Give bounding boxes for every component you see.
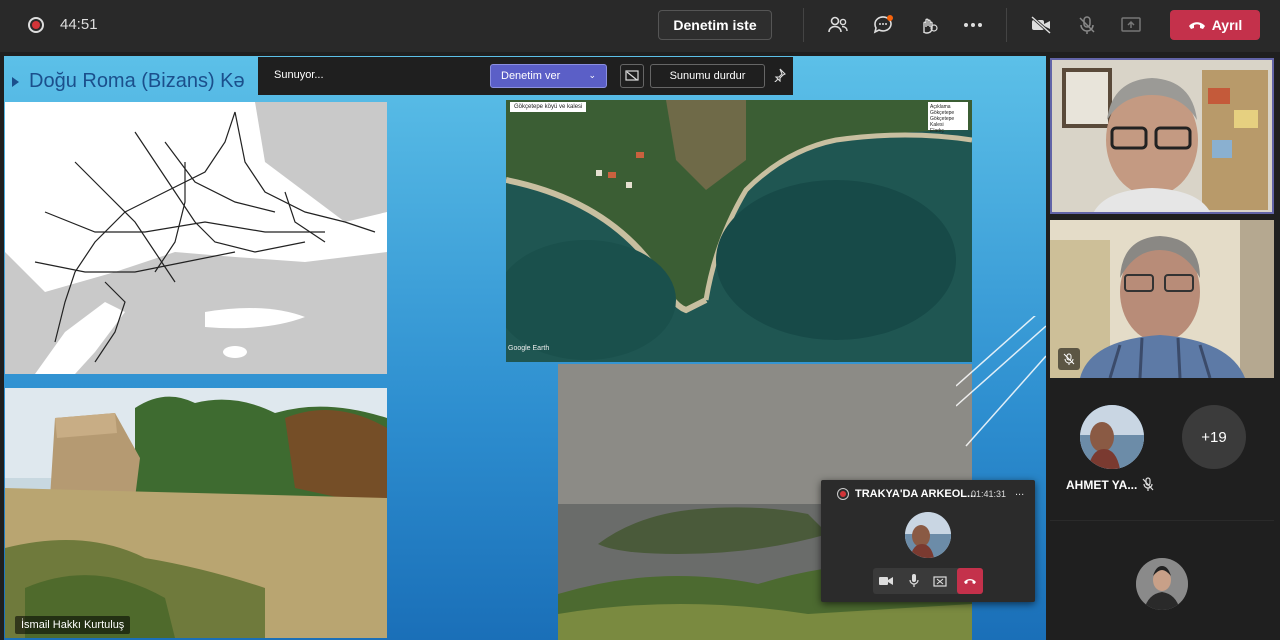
meeting-toolbar: 44:51 Denetim iste Ayrıl <box>0 0 1280 52</box>
reactions-icon[interactable] <box>916 13 940 37</box>
mini-meeting-time: 01:41:31 <box>971 489 1007 499</box>
more-icon[interactable] <box>961 13 985 37</box>
microphone-icon[interactable] <box>905 572 923 590</box>
request-control-button[interactable]: Denetim iste <box>658 10 772 40</box>
satellite-caption: Gökçetepe köyü ve kalesi <box>510 102 587 112</box>
mic-off-icon <box>1058 348 1080 370</box>
participant-name: AHMET YA... <box>1066 478 1138 492</box>
avatar <box>905 512 951 558</box>
mini-meeting-window[interactable]: TRAKYA'DA ARKEOL... 01:41:31 ... <box>821 480 1035 602</box>
rail-divider <box>1050 520 1274 521</box>
slide-title-text: Doğu Roma (Bizans) Kə <box>29 70 245 92</box>
chevron-down-icon: ⌄ <box>588 70 596 80</box>
legend-item: Gökçetepe Kalesi <box>930 116 955 128</box>
chat-icon[interactable] <box>871 13 895 37</box>
legend-item: Eladıç <box>930 128 944 134</box>
avatar[interactable] <box>1136 558 1188 610</box>
give-control-dropdown[interactable]: Denetim ver ⌄ <box>490 64 607 88</box>
video-tile-speaker[interactable] <box>1050 58 1274 214</box>
camera-off-icon[interactable] <box>1029 13 1053 37</box>
google-earth-label: Google Earth <box>508 345 550 352</box>
recording-icon <box>837 488 849 500</box>
road-map-image <box>5 102 387 374</box>
presenter-toolbar: Sunuyor... Denetim ver ⌄ Sunumu durdur <box>258 57 793 95</box>
more-participants-button[interactable]: +19 <box>1182 405 1246 469</box>
mini-meeting-title: TRAKYA'DA ARKEOL... <box>855 488 977 500</box>
avatar[interactable] <box>1080 405 1144 469</box>
share-icon[interactable] <box>1119 13 1143 37</box>
meeting-timer: 44:51 <box>60 16 98 33</box>
stop-share-icon[interactable] <box>931 572 949 590</box>
stop-presenting-button[interactable]: Sunumu durdur <box>650 64 765 88</box>
decorative-lines <box>956 316 1046 447</box>
video-tile-participant[interactable] <box>1050 220 1274 378</box>
mini-controls <box>873 568 983 594</box>
stop-share-screen-icon[interactable] <box>620 64 644 88</box>
satellite-image: Gökçetepe köyü ve kalesi Açıklama Gökçet… <box>506 100 972 362</box>
mic-off-icon <box>1142 477 1154 491</box>
mic-off-icon[interactable] <box>1075 13 1099 37</box>
satellite-legend: Açıklama Gökçetepe Gökçetepe Kalesi Elad… <box>928 102 968 134</box>
pin-icon[interactable] <box>772 68 786 82</box>
participants-icon[interactable] <box>826 13 850 37</box>
bullet-icon <box>12 76 19 87</box>
presenter-name: İsmail Hakkı Kurtuluş <box>15 616 131 634</box>
toolbar-divider <box>803 8 804 42</box>
give-control-label: Denetim ver <box>501 70 561 82</box>
slide-title: Doğu Roma (Bizans) Kə <box>12 70 245 93</box>
camera-icon[interactable] <box>877 572 895 590</box>
toolbar-divider <box>1006 8 1007 42</box>
leave-button[interactable]: Ayrıl <box>1170 10 1260 40</box>
castle-ruin-photo: İsmail Hakkı Kurtuluş <box>5 388 387 638</box>
recording-icon <box>28 17 44 33</box>
presenting-status: Sunuyor... <box>274 69 324 81</box>
leave-label: Ayrıl <box>1211 17 1243 33</box>
more-icon[interactable]: ... <box>1015 486 1024 498</box>
hang-up-icon <box>1188 22 1205 29</box>
hang-up-button[interactable] <box>957 568 983 594</box>
